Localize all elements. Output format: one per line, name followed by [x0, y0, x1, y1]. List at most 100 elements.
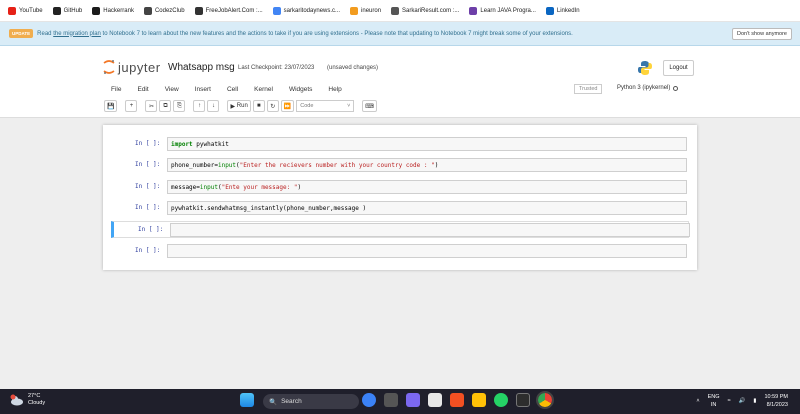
code-cell[interactable]: In [ ]:: [111, 243, 689, 260]
menu-cell[interactable]: Cell: [219, 86, 246, 93]
bookmark-favicon-icon: [469, 6, 478, 15]
bookmark-item[interactable]: GitHub: [52, 6, 82, 15]
unsaved-changes-indicator: (unsaved changes): [327, 65, 379, 71]
bookmark-favicon-icon: [391, 6, 400, 15]
cell-input[interactable]: import pywhatkit: [167, 137, 687, 151]
menu-widgets[interactable]: Widgets: [281, 86, 320, 93]
migration-plan-link[interactable]: the migration plan: [53, 31, 101, 37]
kernel-status-icon: [673, 85, 679, 91]
bookmark-item[interactable]: SarkariResult.com :...: [391, 6, 459, 15]
save-icon[interactable]: 💾: [104, 100, 118, 112]
file-explorer-icon[interactable]: [428, 393, 442, 407]
bookmark-favicon-icon: [350, 6, 359, 15]
restart-run-all-icon[interactable]: ⏩: [280, 100, 295, 112]
menu-view[interactable]: View: [157, 86, 187, 93]
logout-button[interactable]: Logout: [663, 60, 694, 76]
whatsapp-icon[interactable]: [494, 393, 508, 407]
menu-help[interactable]: Help: [320, 86, 349, 93]
terminal-icon[interactable]: [516, 393, 530, 407]
cell-prompt: In [ ]:: [135, 204, 161, 211]
run-button[interactable]: ▶ Run: [227, 100, 251, 112]
cut-icon[interactable]: ✂: [145, 100, 158, 112]
store-icon[interactable]: [450, 393, 464, 407]
add-cell-icon[interactable]: +: [125, 100, 138, 112]
bookmark-favicon-icon: [194, 6, 203, 15]
clock[interactable]: 10:59 PM 8/1/2023: [764, 393, 788, 409]
menu-file[interactable]: File: [103, 86, 129, 93]
stop-icon[interactable]: ■: [252, 100, 265, 112]
jupyter-logo[interactable]: jupyter: [103, 59, 161, 75]
weather-widget[interactable]: 27°C Cloudy: [10, 393, 45, 407]
banner-text: Read the migration plan to Notebook 7 to…: [37, 30, 573, 37]
code-cell[interactable]: In [ ]:: [111, 221, 690, 238]
python-logo-icon: [637, 60, 653, 78]
windows-start-icon[interactable]: [240, 393, 254, 407]
cell-input[interactable]: [167, 244, 687, 258]
play-icon: ▶: [230, 103, 236, 110]
paste-icon[interactable]: ⎘: [173, 100, 186, 112]
bookmark-item[interactable]: Hackerrank: [92, 6, 134, 15]
chrome-icon[interactable]: [536, 391, 554, 409]
notebook-name[interactable]: Whatsapp msg: [168, 62, 235, 73]
windows-taskbar: 27°C Cloudy 🔍 Search ˄ ENG IN ≈ 🔊 ▮ 10:59 …: [0, 389, 800, 414]
bookmark-favicon-icon: [92, 6, 101, 15]
bookmark-item[interactable]: Learn JAVA Progra...: [469, 6, 536, 15]
dont-show-anymore-button[interactable]: Don't show anymore: [732, 28, 792, 40]
bookmark-item[interactable]: sarkaritodaynews.c...: [272, 6, 340, 15]
cell-prompt: In [ ]:: [138, 226, 164, 233]
code-cell[interactable]: In [ ]: pywhatkit.sendwhatmsg_instantly(p…: [111, 200, 689, 217]
restart-icon[interactable]: ↻: [266, 100, 279, 112]
code-cell[interactable]: In [ ]: import pywhatkit: [111, 136, 689, 153]
trusted-indicator[interactable]: Trusted: [574, 84, 603, 94]
notebook-toolbar: 💾 + ✂ ⧉ ⎘ ↑ ↓ ▶ Run ■ ↻ ⏩ Code ˅ ⌨: [104, 99, 377, 113]
folder-icon[interactable]: [472, 393, 486, 407]
bookmark-item[interactable]: CodezClub: [143, 6, 185, 15]
code-cell[interactable]: In [ ]: message=input("Ente your message:…: [111, 179, 689, 196]
kernel-indicator[interactable]: Python 3 (ipykernel): [617, 85, 679, 91]
move-down-icon[interactable]: ↓: [207, 100, 220, 112]
update-badge: UPDATE: [9, 29, 34, 38]
jupyter-wordmark: jupyter: [118, 59, 161, 75]
chevron-up-icon[interactable]: ˄: [696, 398, 699, 404]
chevron-down-icon: ˅: [347, 103, 351, 109]
menu-insert[interactable]: Insert: [187, 86, 219, 93]
teams-chat-icon[interactable]: [406, 393, 420, 407]
wifi-icon[interactable]: ≈: [728, 398, 731, 404]
move-up-icon[interactable]: ↑: [193, 100, 206, 112]
system-tray: ˄ ENG IN ≈ 🔊 ▮ 10:59 PM 8/1/2023: [696, 393, 788, 409]
bookmark-item[interactable]: ineuron: [350, 6, 381, 15]
taskbar-search[interactable]: 🔍 Search: [263, 394, 359, 409]
notebook-container: In [ ]: import pywhatkit In [ ]: phone_numb…: [103, 125, 697, 270]
cell-type-select[interactable]: Code ˅: [296, 100, 355, 112]
cell-input[interactable]: phone_number=input("Enter the recievers …: [167, 158, 687, 172]
bookmarks-bar: YouTube GitHub Hackerrank CodezClub FreeJobA…: [0, 0, 800, 22]
cell-input[interactable]: message=input("Ente your message: "): [167, 180, 687, 194]
language-indicator[interactable]: ENG IN: [708, 393, 720, 409]
cell-prompt: In [ ]:: [135, 247, 161, 254]
cloud-icon: [10, 394, 23, 406]
cell-prompt: In [ ]:: [135, 161, 161, 168]
keyboard-icon[interactable]: ⌨: [362, 100, 377, 112]
bookmark-favicon-icon: [143, 6, 152, 15]
cell-input[interactable]: pywhatkit.sendwhatmsg_instantly(phone_nu…: [167, 201, 687, 215]
task-view-icon[interactable]: [384, 393, 398, 407]
copy-icon[interactable]: ⧉: [159, 100, 172, 112]
search-icon: 🔍: [269, 398, 278, 406]
cell-prompt: In [ ]:: [135, 140, 161, 147]
bookmark-item[interactable]: FreeJobAlert.Com :...: [194, 6, 263, 15]
bookmark-favicon-icon: [8, 6, 16, 15]
bookmark-item[interactable]: YouTube: [8, 6, 43, 15]
battery-icon[interactable]: ▮: [753, 398, 756, 404]
cell-input[interactable]: [170, 223, 690, 237]
copilot-icon[interactable]: [362, 393, 376, 407]
menu-edit[interactable]: Edit: [129, 86, 156, 93]
menu-kernel[interactable]: Kernel: [246, 86, 281, 93]
jupyter-logo-icon: [103, 60, 115, 74]
volume-icon[interactable]: 🔊: [739, 398, 746, 404]
bookmark-favicon-icon: [52, 6, 61, 15]
migration-banner: UPDATE Read the migration plan to Notebo…: [0, 22, 800, 46]
notebook-header: jupyter Whatsapp msg Last Checkpoint: 23…: [0, 46, 800, 118]
code-cell[interactable]: In [ ]: phone_number=input("Enter the rec…: [111, 157, 689, 174]
bookmark-item[interactable]: LinkedIn: [545, 6, 580, 15]
last-checkpoint: Last Checkpoint: 23/07/2023: [238, 65, 315, 71]
